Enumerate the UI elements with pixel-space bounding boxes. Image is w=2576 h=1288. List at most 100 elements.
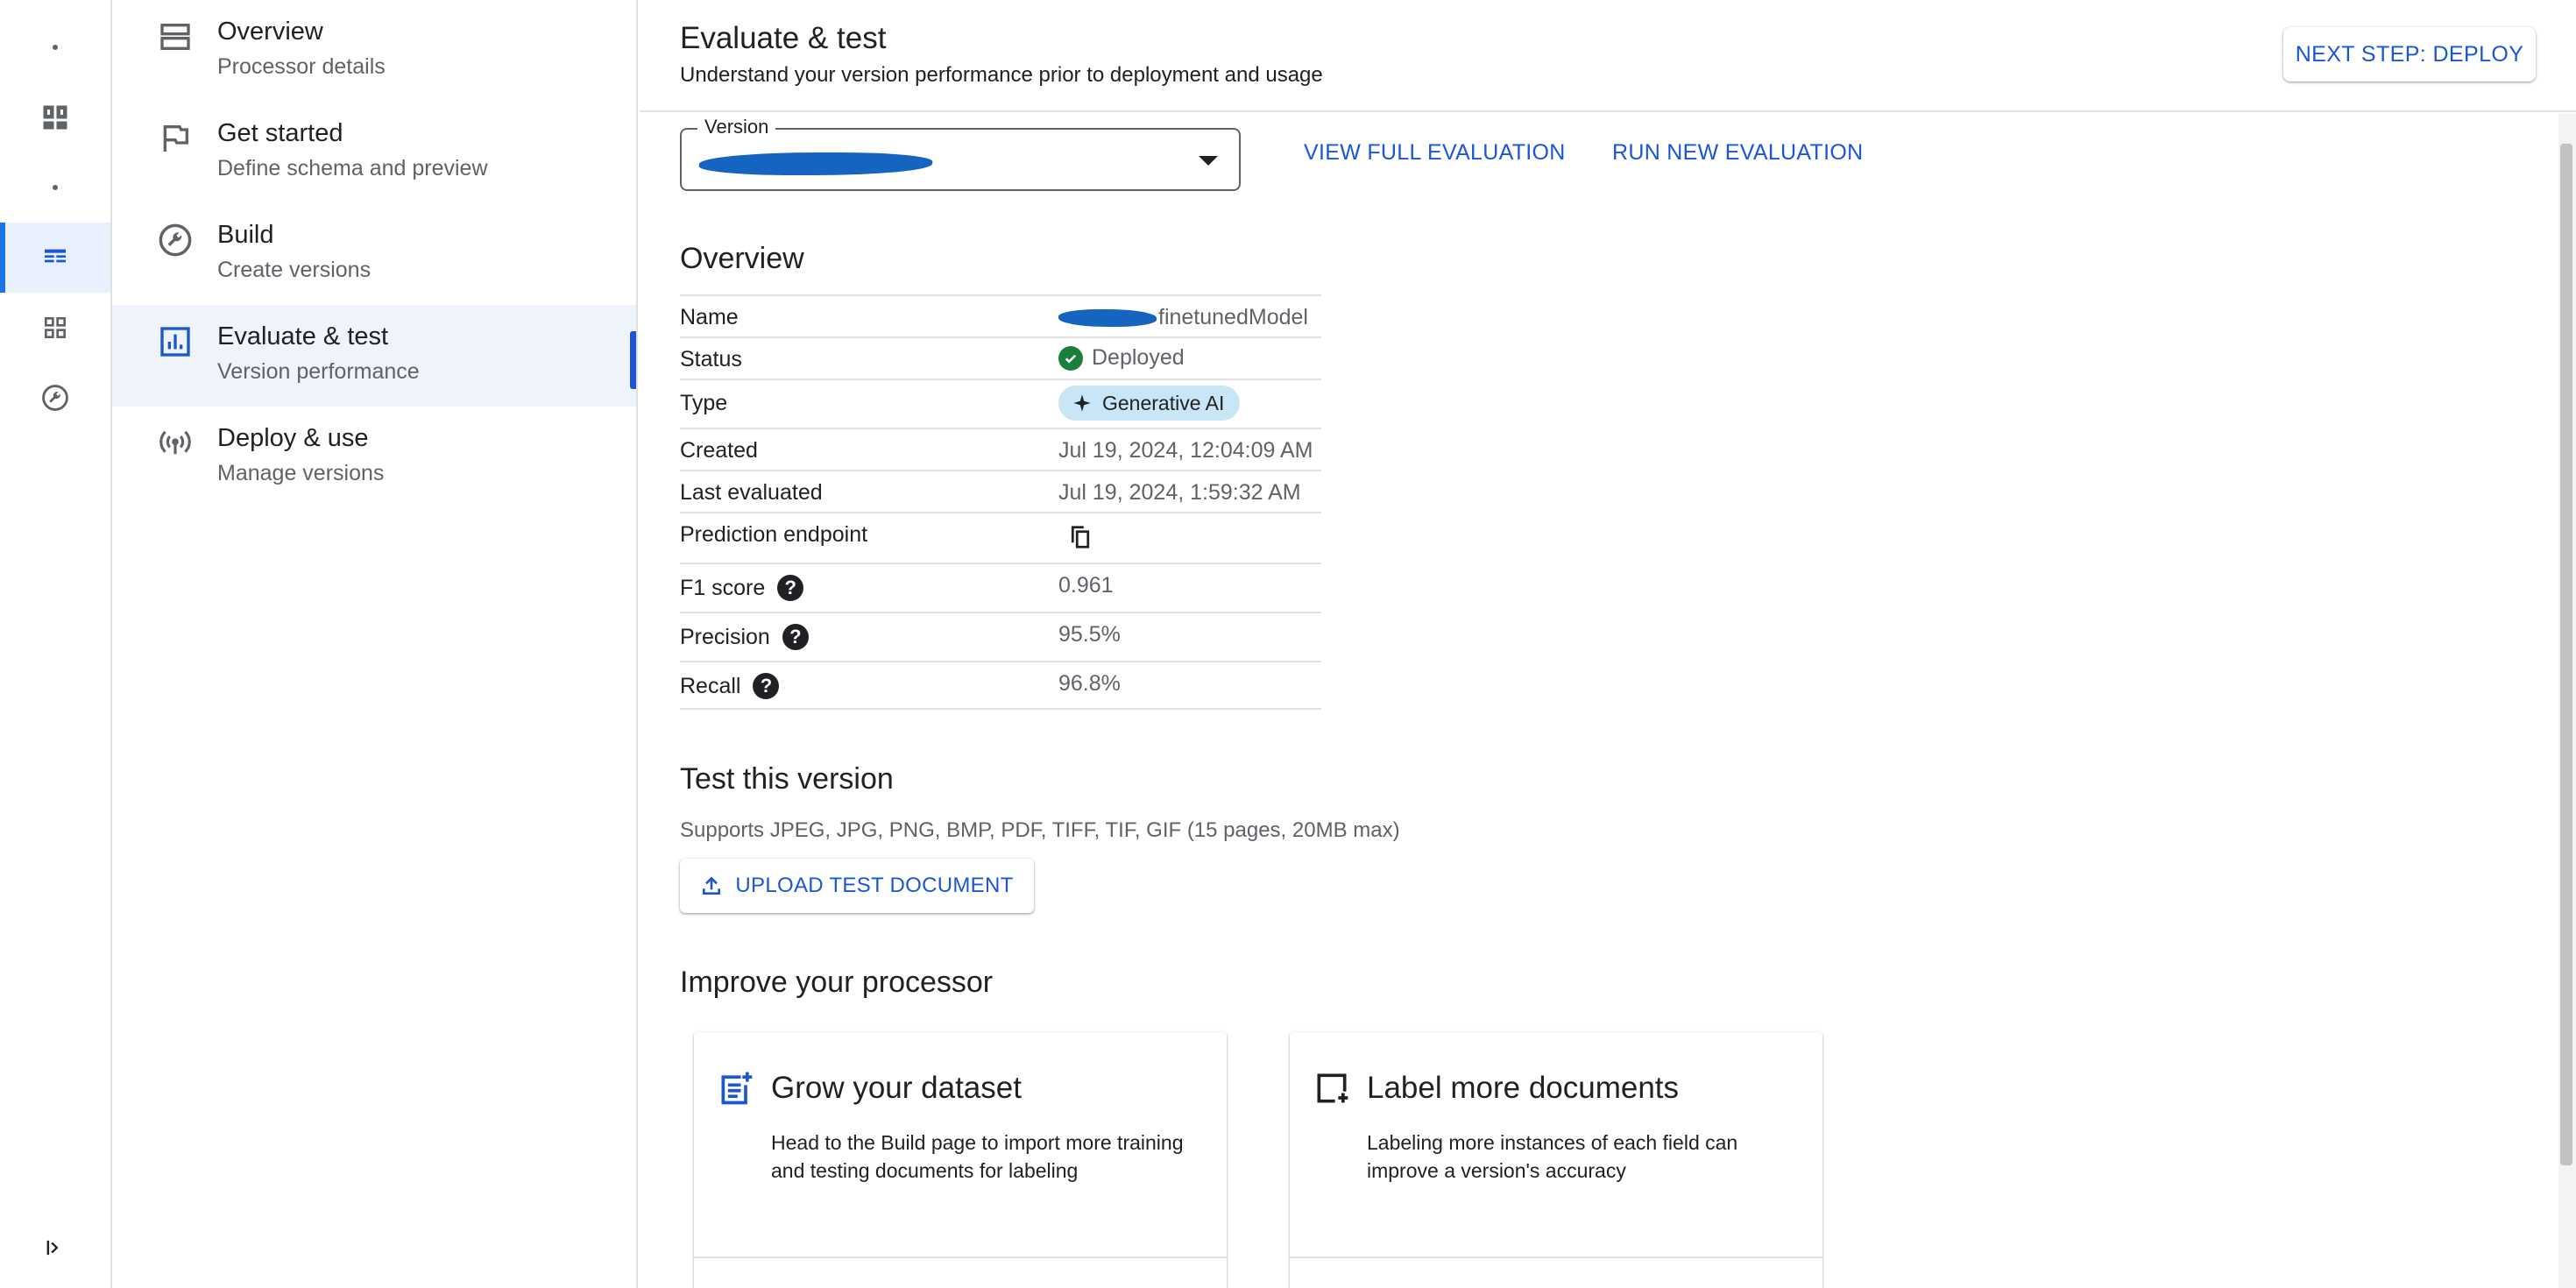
page-header: Evaluate & test Understand your version … bbox=[640, 0, 2576, 112]
upload-button-label: UPLOAD TEST DOCUMENT bbox=[735, 874, 1014, 897]
row-key-label: F1 score bbox=[680, 575, 766, 600]
nav-item-title: Build bbox=[217, 221, 274, 249]
overview-table: Name finetunedModel Status Deployed Type… bbox=[680, 294, 1321, 710]
dashboard-icon bbox=[43, 105, 67, 130]
nav-item-get-started[interactable]: Get started Define schema and preview bbox=[112, 102, 636, 203]
label-more-documents-card[interactable]: Label more documents Labeling more insta… bbox=[1290, 1032, 1822, 1288]
add-box-icon bbox=[1317, 1073, 1348, 1103]
version-select[interactable]: Version bbox=[680, 116, 1241, 191]
status-text: Deployed bbox=[1092, 345, 1185, 370]
nav-item-subtitle: Version performance bbox=[217, 359, 420, 384]
card-body: Head to the Build page to import more tr… bbox=[771, 1131, 1184, 1182]
overview-heading: Overview bbox=[680, 242, 804, 275]
expand-nav-button[interactable] bbox=[0, 1213, 110, 1283]
row-key: Name bbox=[680, 305, 739, 329]
post-add-icon bbox=[721, 1072, 753, 1105]
upload-test-document-button[interactable]: UPLOAD TEST DOCUMENT bbox=[680, 859, 1034, 913]
row-value: Deployed bbox=[1058, 345, 1185, 371]
row-key: Created bbox=[680, 438, 758, 463]
nav-item-subtitle: Manage versions bbox=[217, 461, 385, 485]
help-icon[interactable]: ? bbox=[782, 624, 809, 650]
overview-row-last-evaluated: Last evaluated Jul 19, 2024, 1:59:32 AM bbox=[680, 470, 1321, 512]
page-subtitle: Understand your version performance prio… bbox=[680, 63, 1323, 87]
nav-item-deploy-use[interactable]: Deploy & use Manage versions bbox=[112, 407, 636, 508]
page-title: Evaluate & test bbox=[680, 21, 887, 55]
broadcast-icon bbox=[154, 422, 196, 464]
row-key: Precision ? bbox=[680, 624, 809, 650]
overview-row-created: Created Jul 19, 2024, 12:04:09 AM bbox=[680, 428, 1321, 470]
nav-item-title: Overview bbox=[217, 18, 323, 46]
next-step-deploy-button[interactable]: NEXT STEP: DEPLOY bbox=[2283, 27, 2536, 81]
rail-apps[interactable] bbox=[0, 293, 110, 363]
overview-row-name: Name finetunedModel bbox=[680, 294, 1321, 336]
nav-item-title: Deploy & use bbox=[217, 424, 369, 452]
row-key: F1 score ? bbox=[680, 575, 804, 601]
storage-icon bbox=[154, 16, 196, 58]
overview-row-endpoint: Prediction endpoint bbox=[680, 512, 1321, 563]
redacted-version-value bbox=[697, 152, 934, 175]
row-value: 96.8% bbox=[1058, 671, 1121, 696]
nav-item-overview[interactable]: Overview Processor details bbox=[112, 0, 636, 102]
nav-item-build[interactable]: Build Create versions bbox=[112, 203, 636, 305]
rail-settings[interactable] bbox=[0, 363, 110, 433]
row-key: Prediction endpoint bbox=[680, 522, 868, 547]
row-value: Generative AI bbox=[1058, 386, 1241, 421]
flag-icon bbox=[154, 117, 196, 159]
row-value: Jul 19, 2024, 1:59:32 AM bbox=[1058, 480, 1301, 505]
card-divider bbox=[694, 1256, 1227, 1258]
grow-dataset-card[interactable]: Grow your dataset Head to the Build page… bbox=[694, 1032, 1227, 1288]
nav-item-title: Get started bbox=[217, 119, 343, 147]
type-chip: Generative AI bbox=[1058, 386, 1241, 421]
run-new-evaluation-button[interactable]: RUN NEW EVALUATION bbox=[1612, 140, 1863, 166]
row-value: 95.5% bbox=[1058, 622, 1121, 647]
card-title: Grow your dataset bbox=[771, 1071, 1022, 1105]
card-body: Labeling more instances of each field ca… bbox=[1367, 1131, 1738, 1182]
help-icon[interactable]: ? bbox=[777, 575, 804, 601]
processor-nav: Overview Processor details Get started D… bbox=[112, 0, 638, 1288]
row-key: Type bbox=[680, 391, 728, 415]
type-chip-label: Generative AI bbox=[1102, 391, 1225, 414]
overview-row-precision: Precision ? 95.5% bbox=[680, 612, 1321, 661]
improve-heading: Improve your processor bbox=[680, 966, 994, 999]
analytics-icon bbox=[154, 321, 196, 363]
overview-row-status: Status Deployed bbox=[680, 336, 1321, 379]
rail-dot-1[interactable] bbox=[0, 12, 110, 82]
sparkle-icon bbox=[1073, 394, 1091, 412]
row-key-label: Recall bbox=[680, 673, 741, 698]
dot-icon bbox=[53, 185, 58, 190]
view-full-evaluation-button[interactable]: VIEW FULL EVALUATION bbox=[1304, 140, 1566, 166]
rail-dashboard[interactable] bbox=[0, 82, 110, 152]
version-label: Version bbox=[697, 116, 776, 138]
overview-row-type: Type Generative AI bbox=[680, 379, 1321, 428]
row-key: Last evaluated bbox=[680, 480, 823, 505]
supported-formats-text: Supports JPEG, JPG, PNG, BMP, PDF, TIFF,… bbox=[680, 818, 1400, 842]
overview-row-f1: F1 score ? 0.961 bbox=[680, 563, 1321, 612]
row-value: finetunedModel bbox=[1058, 305, 1308, 330]
rail-dot-2[interactable] bbox=[0, 152, 110, 223]
row-key: Status bbox=[680, 347, 742, 372]
main-content: Version VIEW FULL EVALUATION RUN NEW EVA… bbox=[640, 114, 2550, 1288]
test-version-heading: Test this version bbox=[680, 762, 894, 796]
copy-icon bbox=[1071, 526, 1090, 548]
row-value: Jul 19, 2024, 12:04:09 AM bbox=[1058, 438, 1313, 463]
apps-grid-icon bbox=[45, 317, 66, 338]
left-rail bbox=[0, 0, 112, 1288]
dropdown-arrow-icon bbox=[1199, 156, 1218, 166]
card-divider bbox=[1290, 1256, 1822, 1258]
build-icon bbox=[154, 219, 196, 261]
dot-icon bbox=[53, 45, 58, 50]
expand-nav-icon bbox=[46, 1240, 59, 1256]
redacted-name-prefix bbox=[1058, 308, 1157, 327]
scrollbar-thumb[interactable] bbox=[2560, 144, 2572, 1165]
document-ai-icon bbox=[45, 249, 66, 263]
rail-document-ai[interactable] bbox=[0, 223, 110, 293]
card-title: Label more documents bbox=[1367, 1071, 1680, 1105]
nav-item-evaluate-test[interactable]: Evaluate & test Version performance bbox=[112, 305, 636, 407]
nav-item-subtitle: Processor details bbox=[217, 54, 386, 79]
nav-item-title: Evaluate & test bbox=[217, 322, 389, 350]
nav-item-subtitle: Create versions bbox=[217, 258, 372, 282]
help-icon[interactable]: ? bbox=[753, 673, 780, 699]
model-name: finetunedModel bbox=[1158, 305, 1308, 329]
overview-row-recall: Recall ? 96.8% bbox=[680, 661, 1321, 710]
copy-endpoint-button[interactable] bbox=[1067, 524, 1093, 550]
